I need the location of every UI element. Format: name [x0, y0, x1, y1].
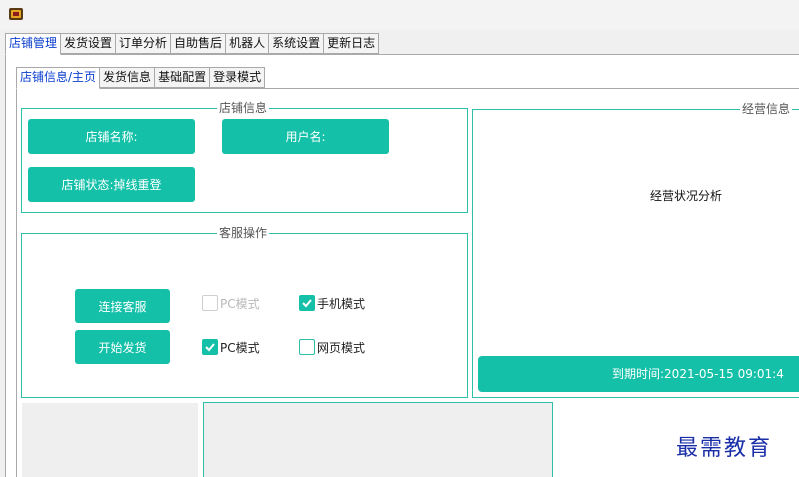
- mobile-mode-checkbox[interactable]: 手机模式: [299, 294, 365, 312]
- tab-self-service-aftersales[interactable]: 自助售后: [171, 33, 227, 54]
- tab-shop-management[interactable]: 店铺管理: [5, 33, 62, 55]
- connect-service-button[interactable]: 连接客服: [75, 289, 170, 323]
- business-info-legend: 经营信息: [740, 102, 793, 116]
- sub-tab-bar: 店铺信息/主页 发货信息 基础配置 登录模式: [16, 67, 266, 89]
- app-logo-icon: [9, 8, 23, 20]
- customer-service-legend: 客服操作: [217, 226, 270, 240]
- web-mode-checkbox[interactable]: 网页模式: [299, 338, 365, 356]
- shop-info-legend: 店铺信息: [217, 101, 270, 115]
- title-bar: [0, 0, 799, 30]
- subtab-basic-config[interactable]: 基础配置: [155, 67, 211, 88]
- web-mode-label: 网页模式: [317, 340, 366, 355]
- checkbox-box: [299, 339, 315, 355]
- shop-status-button[interactable]: 店铺状态:掉线重登: [28, 167, 195, 202]
- subtab-login-mode[interactable]: 登录模式: [210, 67, 266, 88]
- mobile-mode-label: 手机模式: [317, 296, 366, 311]
- start-shipping-button[interactable]: 开始发货: [75, 330, 170, 364]
- business-info-group: 经营信息: [472, 102, 799, 398]
- tab-update-log[interactable]: 更新日志: [324, 33, 380, 54]
- bottom-center-panel: [203, 402, 553, 477]
- tab-order-analysis[interactable]: 订单分析: [116, 33, 172, 54]
- expiry-time-bar: 到期时间:2021-05-15 09:01:4: [478, 356, 799, 392]
- bottom-left-panel: [22, 403, 198, 477]
- subtab-shop-info-home[interactable]: 店铺信息/主页: [16, 67, 101, 89]
- pc-mode-label-2: PC模式: [220, 340, 260, 355]
- username-button[interactable]: 用户名:: [222, 119, 389, 154]
- subtab-shipping-info[interactable]: 发货信息: [100, 67, 156, 88]
- tab-robot[interactable]: 机器人: [226, 33, 270, 54]
- main-tab-bar: 店铺管理 发货设置 订单分析 自助售后 机器人 系统设置 更新日志: [5, 33, 380, 55]
- pc-mode-checkbox-1[interactable]: PC模式: [202, 294, 260, 312]
- shop-name-button[interactable]: 店铺名称:: [28, 119, 195, 154]
- business-analysis-text: 经营状况分析: [650, 189, 723, 203]
- watermark-text: 最需教育: [676, 436, 773, 461]
- pc-mode-checkbox-2[interactable]: PC模式: [202, 338, 260, 356]
- pc-mode-label-1: PC模式: [220, 296, 260, 311]
- checkmark-icon: [299, 295, 315, 311]
- checkmark-icon: [202, 339, 218, 355]
- checkbox-box: [202, 295, 218, 311]
- tab-shipping-settings[interactable]: 发货设置: [61, 33, 117, 54]
- tab-system-settings[interactable]: 系统设置: [269, 33, 325, 54]
